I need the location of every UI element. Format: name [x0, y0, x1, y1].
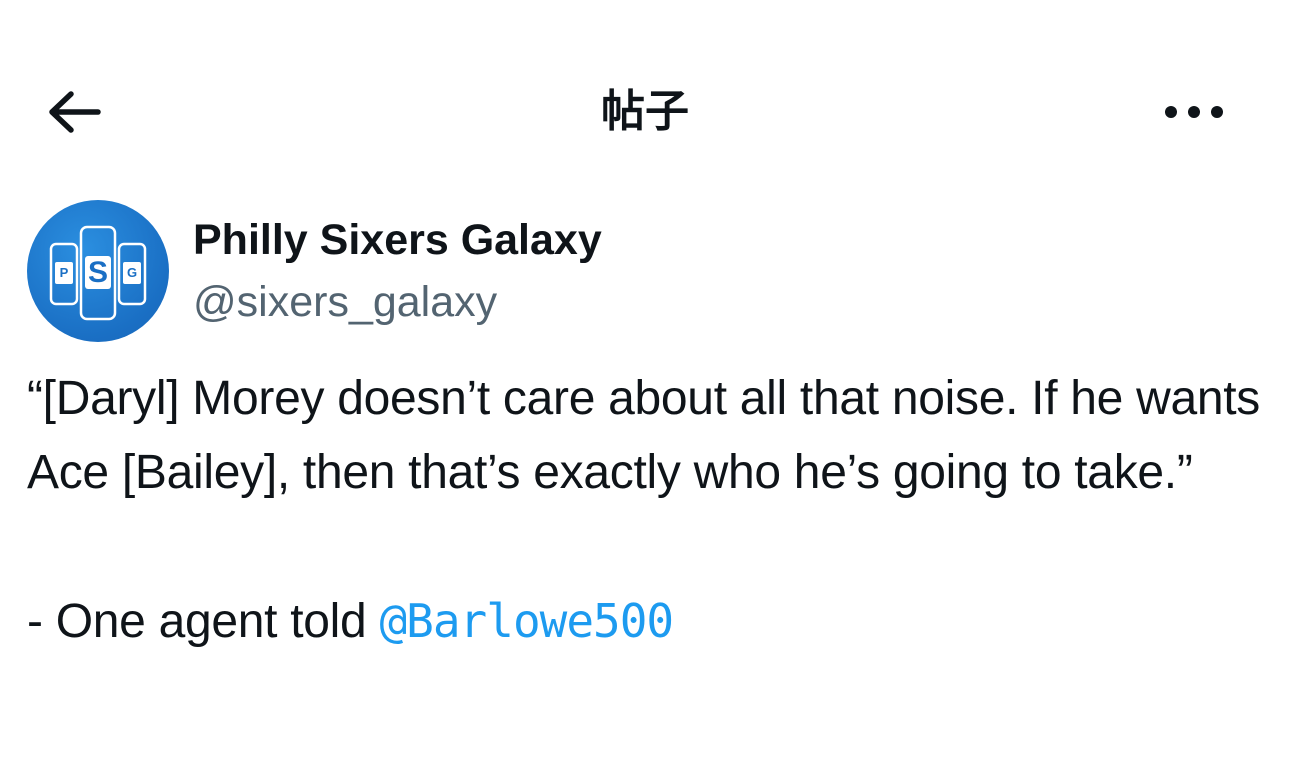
post-attribution: - One agent told @Barlowe500 [27, 584, 1263, 659]
avatar[interactable]: P S G [27, 200, 169, 342]
author-handle[interactable]: @sixers_galaxy [193, 276, 497, 328]
attribution-prefix: - One agent told [27, 595, 380, 648]
post-quote: “[Daryl] Morey doesn’t care about all th… [27, 372, 1260, 499]
mention-link[interactable]: @Barlowe500 [379, 594, 674, 648]
post-detail-screen: 帖子 P S G Philly Sixers Galaxy @sixers_ga… [0, 0, 1290, 784]
post-author: P S G Philly Sixers Galaxy @sixers_galax… [27, 200, 1257, 342]
post-text: “[Daryl] Morey doesn’t care about all th… [27, 362, 1263, 659]
avatar-letter-s: S [87, 256, 108, 289]
avatar-letter-g: G [126, 265, 138, 280]
more-options-button[interactable] [1152, 88, 1236, 136]
page-title: 帖子 [601, 86, 689, 137]
more-horizontal-icon [1165, 106, 1223, 118]
top-bar: 帖子 [0, 60, 1290, 164]
author-name[interactable]: Philly Sixers Galaxy [193, 214, 602, 266]
avatar-letter-p: P [59, 265, 69, 280]
